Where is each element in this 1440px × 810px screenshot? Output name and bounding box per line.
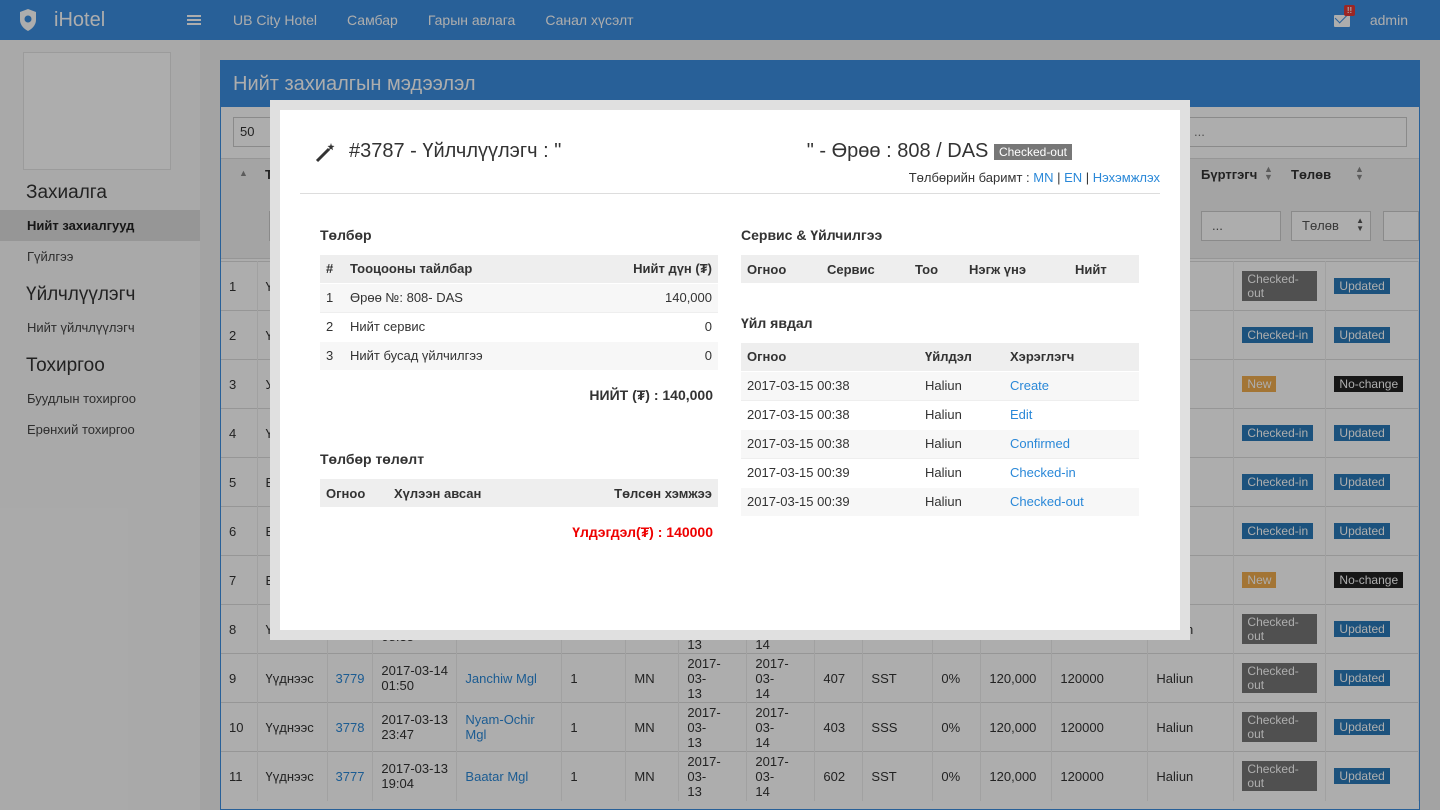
services-col-service: Сервис (821, 255, 909, 283)
log-action-link[interactable]: Checked-in (1010, 465, 1076, 480)
remaining-balance: Үлдэгдэл(₮) : 140000 (572, 524, 713, 540)
log-action-link[interactable]: Checked-out (1010, 494, 1084, 509)
log-col-user: Хэрэглэгч (1004, 343, 1139, 371)
payment-cell: Өрөө №: 808- DAS (344, 282, 574, 312)
payment-cell: Нийт бусад үйлчилгээ (344, 340, 574, 370)
log-action-link[interactable]: Create (1010, 378, 1049, 393)
table-row: 2 Нийт сервис 0 (320, 311, 718, 341)
log-date: 2017-03-15 00:39 (741, 486, 919, 516)
table-row: 3 Нийт бусад үйлчилгээ 0 (320, 340, 718, 370)
table-row: 2017-03-15 00:39 Haliun Checked-in (741, 457, 1139, 487)
log-date: 2017-03-15 00:39 (741, 457, 919, 487)
payment-cell: 140,000 (573, 282, 718, 312)
paid-col-date: Огноо (320, 479, 388, 507)
table-row: 2017-03-15 00:39 Haliun Checked-out (741, 486, 1139, 516)
services-title: Сервис & Үйлчилгээ (741, 227, 883, 243)
modal-header: #3787 - Үйлчлүүлэгч : " " - Өрөө : 808 /… (300, 140, 1160, 194)
services-table: Огноо Сервис Тоо Нэгж үнэ Нийт (741, 255, 1139, 283)
order-detail-modal: #3787 - Үйлчлүүлэгч : " " - Өрөө : 808 /… (280, 110, 1180, 630)
status-badge: Checked-out (993, 143, 1072, 160)
payment-cell: 3 (320, 340, 344, 370)
payment-cell: 1 (320, 282, 344, 312)
payment-title: Төлбөр (320, 227, 372, 243)
payment-col-total: Нийт дүн (₮) (573, 255, 718, 283)
paid-col-amount: Төлсөн хэмжээ (544, 479, 718, 507)
services-col-qty: Тоо (909, 255, 963, 283)
payment-col-desc: Тооцооны тайлбар (344, 255, 574, 283)
paid-col-received: Хүлээн авсан (388, 479, 545, 507)
log-date: 2017-03-15 00:38 (741, 399, 919, 429)
log-col-action: Үйлдэл (919, 343, 1004, 371)
log-action-link[interactable]: Confirmed (1010, 436, 1070, 451)
paid-table: Огноо Хүлээн авсан Төлсөн хэмжээ (320, 479, 718, 507)
payment-cell: 0 (573, 311, 718, 341)
receipt-links: Төлбөрийн баримт : MN | EN | Нэхэмжлэх (908, 170, 1160, 185)
services-col-total: Нийт (1069, 255, 1139, 283)
receipt-label: Төлбөрийн баримт : (908, 170, 1030, 185)
log-title: Үйл явдал (741, 315, 813, 331)
payment-cell: 2 (320, 311, 344, 341)
log-user: Haliun (919, 486, 1004, 516)
invoice-link[interactable]: Нэхэмжлэх (1093, 170, 1160, 185)
log-user: Haliun (919, 457, 1004, 487)
services-col-date: Огноо (741, 255, 821, 283)
table-row: 1 Өрөө №: 808- DAS 140,000 (320, 282, 718, 312)
log-col-date: Огноо (741, 343, 919, 371)
payment-col-num: # (320, 255, 344, 283)
log-user: Haliun (919, 399, 1004, 429)
log-date: 2017-03-15 00:38 (741, 428, 919, 458)
receipt-mn-link[interactable]: MN (1033, 170, 1053, 185)
payment-total: НИЙТ (₮) : 140,000 (589, 387, 713, 403)
receipt-en-link[interactable]: EN (1064, 170, 1082, 185)
payment-cell: 0 (573, 340, 718, 370)
paid-title: Төлбөр төлөлт (320, 451, 425, 467)
log-action-link[interactable]: Edit (1010, 407, 1032, 422)
log-user: Haliun (919, 428, 1004, 458)
modal-title: #3787 - Үйлчлүүлэгч : " (349, 140, 562, 162)
log-date: 2017-03-15 00:38 (741, 370, 919, 400)
magic-wand-icon (314, 142, 336, 164)
services-col-unit-price: Нэгж үнэ (963, 255, 1069, 283)
table-row: 2017-03-15 00:38 Haliun Create (741, 370, 1139, 400)
room-text: " - Өрөө : 808 / DAS (806, 140, 989, 162)
modal-room: " - Өрөө : 808 / DAS Checked-out (807, 140, 1072, 163)
log-table: Огноо Үйлдэл Хэрэглэгч 2017-03-15 00:38 H… (741, 343, 1139, 516)
table-row: 2017-03-15 00:38 Haliun Confirmed (741, 428, 1139, 458)
table-row: 2017-03-15 00:38 Haliun Edit (741, 399, 1139, 429)
log-user: Haliun (919, 370, 1004, 400)
payment-table: # Тооцооны тайлбар Нийт дүн (₮) 1 Өрөө №:… (320, 255, 718, 370)
payment-cell: Нийт сервис (344, 311, 574, 341)
